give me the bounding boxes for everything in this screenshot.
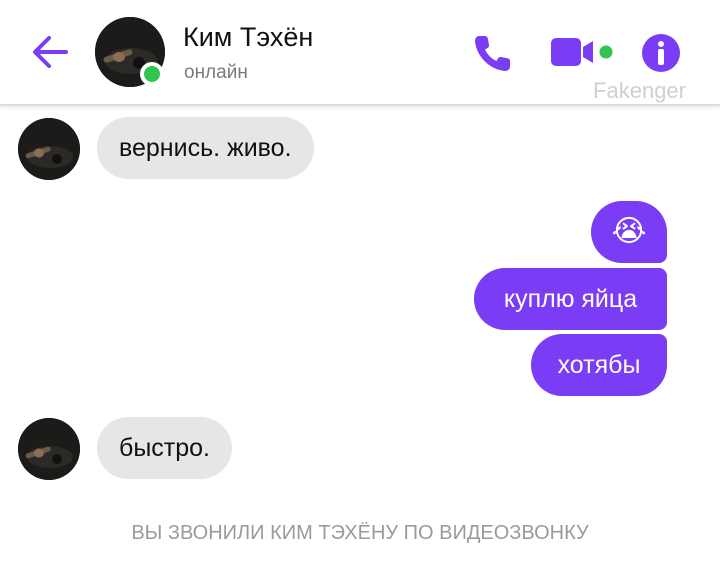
message-text: быстро. xyxy=(119,433,210,462)
contact-name[interactable]: Ким Тэхён xyxy=(183,22,313,53)
avatar-photo xyxy=(18,418,80,480)
sender-avatar[interactable] xyxy=(18,418,80,480)
message-bubble-outgoing[interactable]: куплю яйца xyxy=(474,268,667,330)
video-call-button[interactable] xyxy=(549,34,619,72)
watermark: Fakenger xyxy=(593,78,686,103)
message-text: куплю яйца xyxy=(503,284,638,313)
info-icon xyxy=(642,34,680,72)
phone-icon xyxy=(475,36,510,71)
message-bubble-incoming[interactable]: вернись. живо. xyxy=(97,117,314,179)
chat-header: Ким Тэхён онлайн Fakenger xyxy=(0,0,720,106)
message-bubble-incoming[interactable]: быстро. xyxy=(97,417,232,479)
sender-avatar[interactable] xyxy=(18,118,80,180)
message-text: хотябы xyxy=(557,350,641,379)
message-bubble-outgoing[interactable]: хотябы xyxy=(531,334,667,396)
avatar-photo xyxy=(18,118,80,180)
call-history-note: ВЫ ЗВОНИЛИ КИМ ТЭХЁНУ ПО ВИДЕОЗВОНКУ xyxy=(131,522,589,544)
message-text: вернись. живо. xyxy=(119,133,292,162)
back-button[interactable] xyxy=(28,30,72,74)
contact-status: онлайн xyxy=(184,62,248,83)
online-indicator xyxy=(140,62,164,86)
voice-call-button[interactable] xyxy=(470,30,516,76)
message-bubble-outgoing[interactable]: 😭 xyxy=(591,201,667,263)
back-arrow-icon xyxy=(33,36,68,68)
video-camera-icon xyxy=(551,38,613,66)
info-button[interactable] xyxy=(640,32,682,74)
message-emoji: 😭 xyxy=(611,215,647,248)
